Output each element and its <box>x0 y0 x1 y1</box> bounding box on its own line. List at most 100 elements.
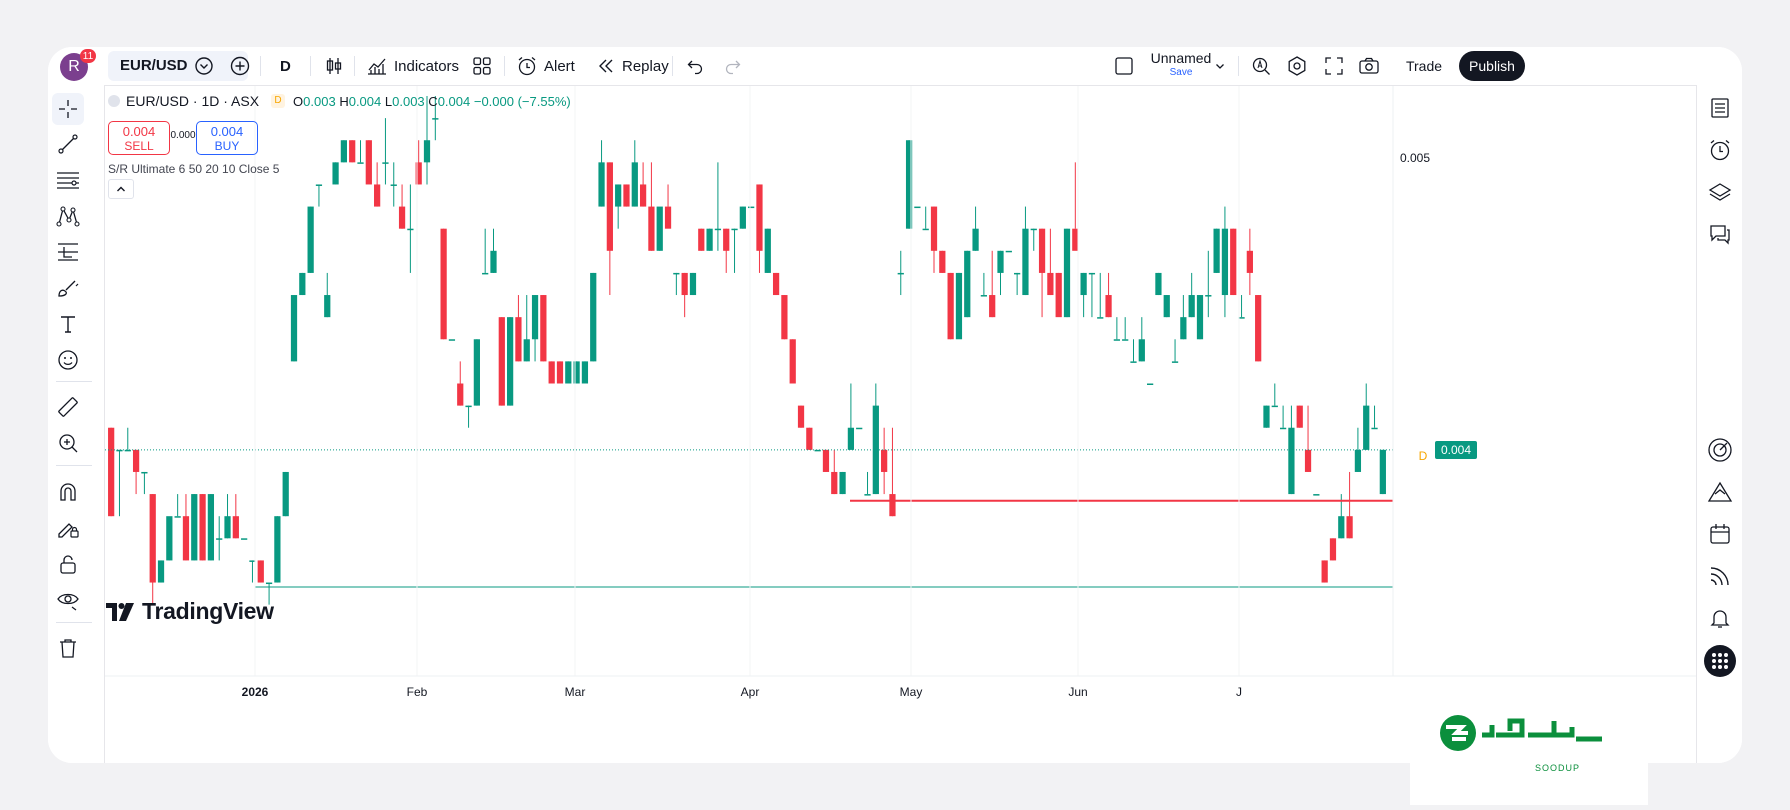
candle-body[interactable] <box>764 228 771 273</box>
tradingview-logo[interactable]: TradingView <box>106 598 274 625</box>
candle-body[interactable] <box>673 272 680 275</box>
candle-body[interactable] <box>606 162 613 251</box>
candle-body[interactable] <box>307 206 314 273</box>
candle-body[interactable] <box>598 162 605 207</box>
candle-body[interactable] <box>1304 449 1312 472</box>
candle-body[interactable] <box>531 295 539 340</box>
candle-body[interactable] <box>856 427 863 430</box>
price-chart[interactable]: 0.005 2026 Feb Mar Apr May Jun J <box>105 86 1696 726</box>
unlock-icon[interactable] <box>53 549 83 579</box>
candle-body[interactable] <box>581 361 589 384</box>
target-icon[interactable] <box>1705 435 1735 465</box>
alert-button[interactable]: Alert <box>516 47 575 85</box>
candle-body[interactable] <box>357 162 364 164</box>
candle-body[interactable] <box>781 295 788 340</box>
candle-body[interactable] <box>1155 272 1162 296</box>
candle-body[interactable] <box>897 272 904 275</box>
candle-body[interactable] <box>1363 405 1370 450</box>
candle-body[interactable] <box>1379 449 1386 495</box>
candle-body[interactable] <box>714 228 722 231</box>
candle-body[interactable] <box>1055 272 1062 318</box>
candle-body[interactable] <box>157 560 165 583</box>
candle-body[interactable] <box>623 184 630 207</box>
candle-body[interactable] <box>806 427 813 450</box>
candle-body[interactable] <box>349 140 356 163</box>
candle-body[interactable] <box>1088 272 1096 275</box>
candle-body[interactable] <box>1271 405 1278 408</box>
alerts-clock-icon[interactable] <box>1705 135 1735 165</box>
candle-body[interactable] <box>498 317 505 406</box>
zoom-in-icon[interactable] <box>53 428 83 458</box>
candle-body[interactable] <box>1080 272 1087 296</box>
interval-button[interactable]: D <box>280 47 291 85</box>
candle-body[interactable] <box>324 295 331 318</box>
candle-body[interactable] <box>881 449 888 472</box>
candle-body[interactable] <box>523 339 530 362</box>
candle-body[interactable] <box>257 560 264 583</box>
candle-body[interactable] <box>648 206 655 251</box>
candle-body[interactable] <box>772 272 780 296</box>
candle-body[interactable] <box>739 206 746 229</box>
candle-body[interactable] <box>224 516 231 539</box>
candle-body[interactable] <box>1288 427 1295 495</box>
candle-body[interactable] <box>1246 250 1253 273</box>
dividend-marker[interactable]: D <box>1416 449 1430 463</box>
apps-grid-icon[interactable] <box>1703 644 1737 678</box>
candle-body[interactable] <box>407 228 414 231</box>
candle-body[interactable] <box>457 383 464 406</box>
candle-body[interactable] <box>1296 405 1303 428</box>
candle-body[interactable] <box>922 228 929 231</box>
candle-body[interactable] <box>864 494 871 496</box>
candle-body[interactable] <box>265 582 273 585</box>
candle-body[interactable] <box>1097 317 1104 319</box>
candles-icon[interactable] <box>324 47 344 85</box>
candle-body[interactable] <box>972 228 979 251</box>
candle-body[interactable] <box>365 140 372 185</box>
trash-icon[interactable] <box>53 633 83 663</box>
trade-button[interactable]: Trade <box>1392 51 1456 81</box>
candle-body[interactable] <box>1163 295 1170 318</box>
legend-title[interactable]: EUR/USD · 1D · ASX <box>126 93 259 109</box>
candle-body[interactable] <box>797 405 805 428</box>
candle-body[interactable] <box>748 206 755 209</box>
candle-body[interactable] <box>1346 516 1353 539</box>
candle-body[interactable] <box>1122 339 1129 341</box>
replay-button[interactable]: Replay <box>596 47 669 85</box>
candle-body[interactable] <box>947 272 954 340</box>
candle-body[interactable] <box>149 494 156 583</box>
candle-body[interactable] <box>1171 361 1179 363</box>
text-tool-icon[interactable] <box>53 309 83 339</box>
broadcast-icon[interactable] <box>1705 561 1735 591</box>
candle-body[interactable] <box>315 184 323 186</box>
candle-body[interactable] <box>930 206 938 251</box>
candle-body[interactable] <box>706 228 713 251</box>
buy-button[interactable]: 0.004 BUY <box>196 121 258 155</box>
candle-body[interactable] <box>423 140 431 163</box>
ruler-icon[interactable] <box>53 392 83 422</box>
candle-body[interactable] <box>1205 295 1212 297</box>
candle-body[interactable] <box>939 250 946 273</box>
trend-line-icon[interactable] <box>53 129 83 159</box>
crosshair-icon[interactable] <box>52 93 84 125</box>
chat-icon[interactable] <box>1705 219 1735 249</box>
candle-body[interactable] <box>340 140 347 163</box>
indicators-button[interactable]: Indicators <box>366 47 459 85</box>
watchlist-icon[interactable] <box>1705 93 1735 123</box>
chevron-down-icon[interactable] <box>1214 47 1226 85</box>
undo-icon[interactable] <box>686 47 704 85</box>
candle-body[interactable] <box>822 449 830 472</box>
publish-button[interactable]: Publish <box>1459 51 1525 81</box>
candle-body[interactable] <box>1338 516 1345 539</box>
symbol-search[interactable]: EUR/USD <box>108 51 248 81</box>
candle-body[interactable] <box>1038 228 1046 273</box>
notification-bell-icon[interactable] <box>1705 603 1735 633</box>
candle-body[interactable] <box>1354 449 1362 472</box>
candle-body[interactable] <box>548 361 555 384</box>
candle-body[interactable] <box>1147 383 1154 386</box>
save-label[interactable]: Save <box>1146 67 1216 78</box>
candle-body[interactable] <box>515 317 522 362</box>
add-symbol-icon[interactable] <box>194 47 214 85</box>
candle-body[interactable] <box>390 184 397 186</box>
candle-body[interactable] <box>473 339 480 406</box>
candle-body[interactable] <box>507 317 514 406</box>
